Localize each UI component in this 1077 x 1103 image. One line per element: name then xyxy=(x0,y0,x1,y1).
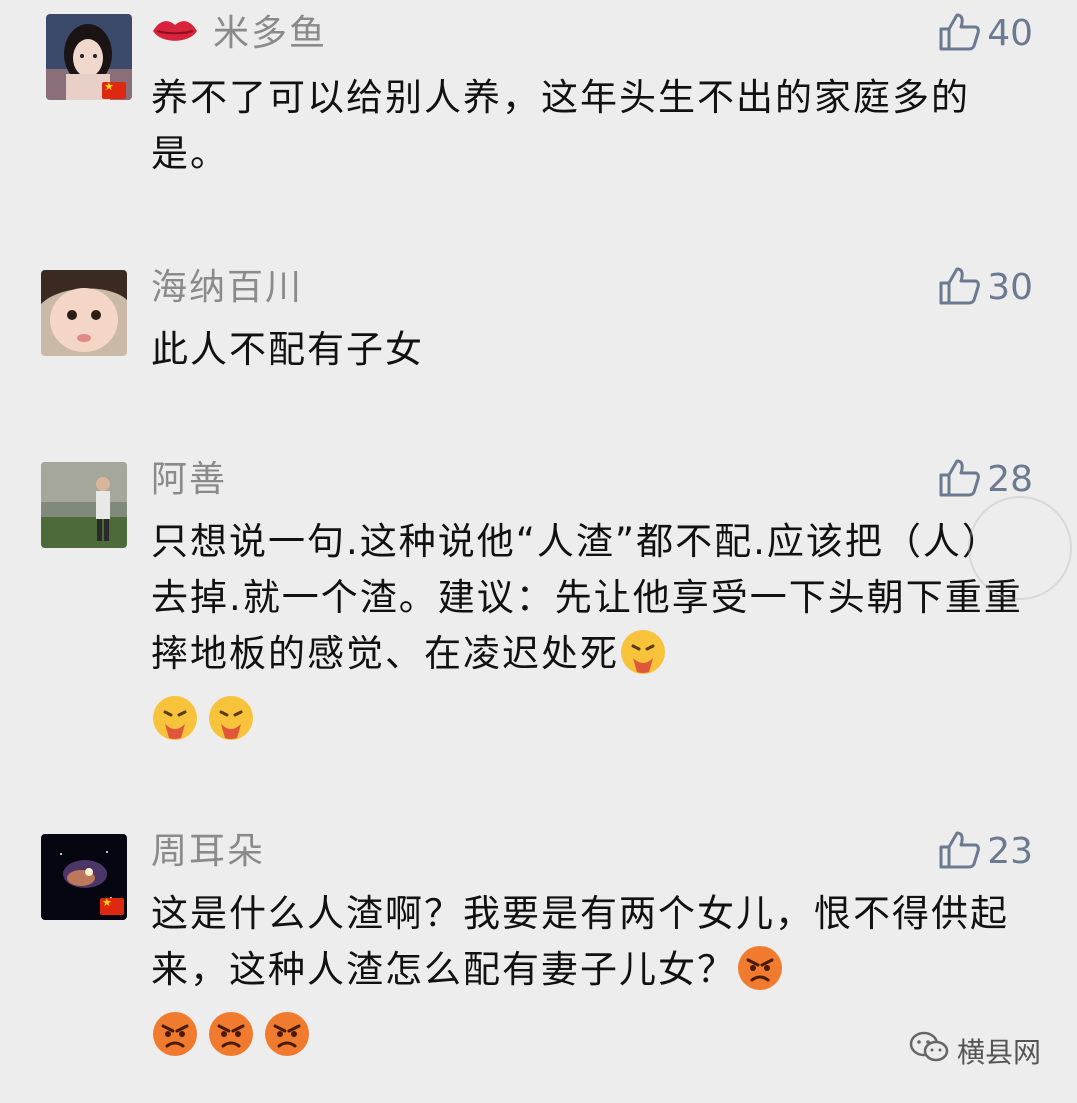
angry-face-icon xyxy=(207,1010,255,1074)
footer-label: 横县网 xyxy=(956,1035,1041,1069)
angry-face-icon xyxy=(263,1010,311,1074)
comment-item: 周耳朵 23 这是什么人渣啊？我要是有两个女儿，恨不得供起来，这种人渣怎么配有妻… xyxy=(0,0,1077,1070)
wechat-icon xyxy=(909,1030,949,1071)
comment-username[interactable]: 周耳朵 xyxy=(151,832,265,872)
flag-icon xyxy=(100,896,124,915)
like-button[interactable]: 23 xyxy=(937,830,1033,874)
thumbs-up-icon xyxy=(937,830,981,874)
like-count: 23 xyxy=(987,831,1033,872)
angry-face-icon xyxy=(736,944,784,1008)
angry-face-icon xyxy=(151,1010,199,1074)
footer-watermark: 横县网 xyxy=(909,1030,1041,1071)
comment-text: 这是什么人渣啊？我要是有两个女儿，恨不得供起来，这种人渣怎么配有妻子儿女？ xyxy=(151,886,1021,1074)
